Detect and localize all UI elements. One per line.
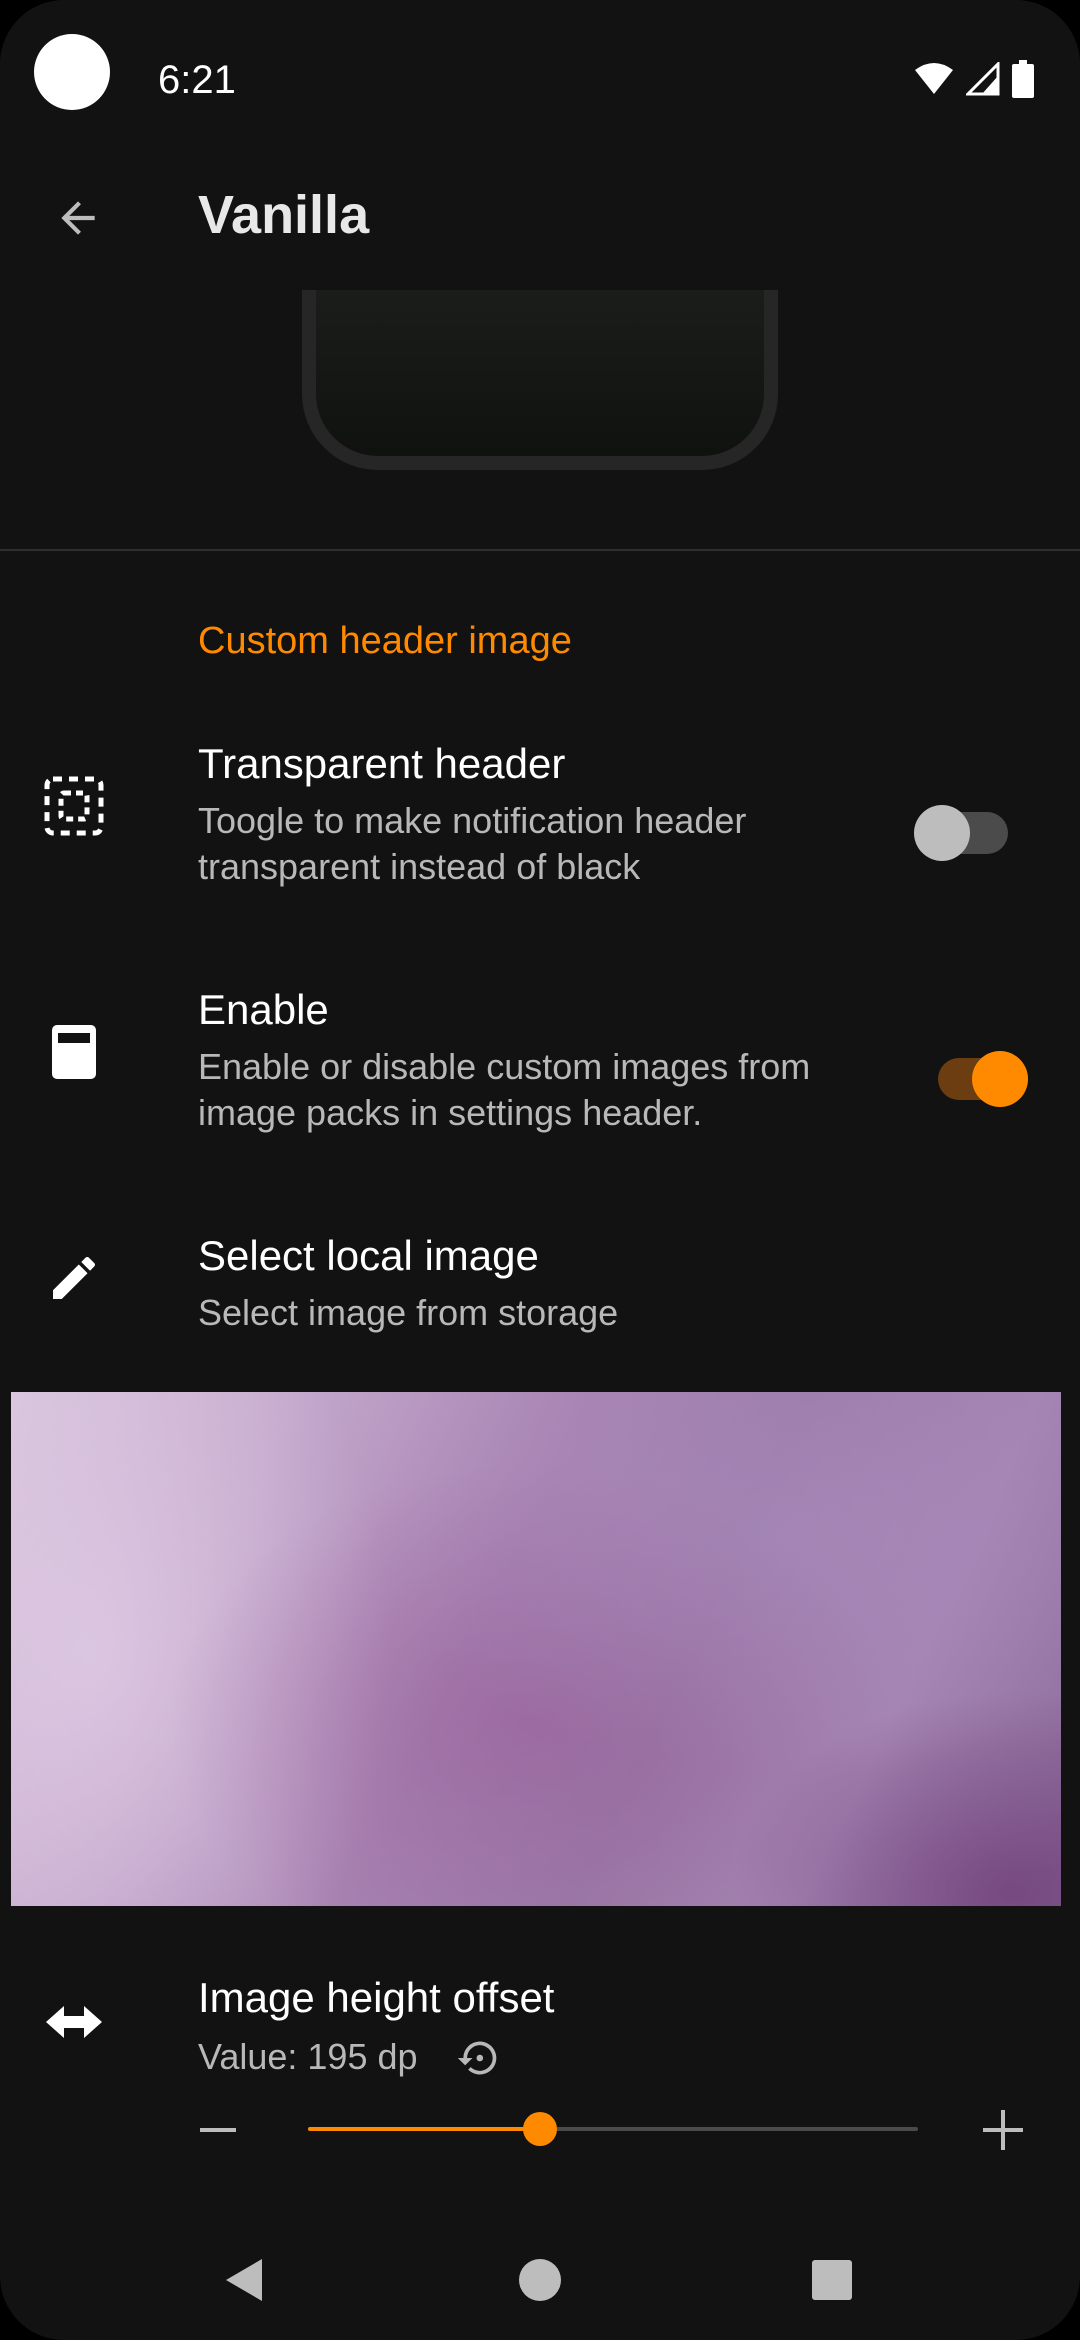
screen: 6:21 Vanilla Custom header image Transpa… [0, 0, 1080, 2340]
battery-icon [1012, 60, 1034, 98]
nav-back-button[interactable] [214, 2250, 274, 2310]
horizontal-arrows-icon [38, 1986, 110, 2058]
camera-cutout [34, 34, 110, 110]
select-local-image-summary: Select image from storage [198, 1292, 619, 1333]
pencil-icon [38, 1242, 110, 1314]
slider-thumb[interactable] [522, 2112, 557, 2146]
increase-button[interactable] [973, 2100, 1033, 2160]
image-height-offset-title: Image height offset [198, 1974, 555, 2021]
nav-home-button[interactable] [510, 2250, 570, 2310]
enable-switch[interactable] [938, 1051, 1028, 1107]
restore-icon[interactable] [456, 2036, 500, 2080]
enable-summary: Enable or disable custom images from ima… [198, 1046, 811, 1133]
cellular-signal-icon [966, 62, 1000, 96]
dashed-select-icon [38, 770, 110, 842]
transparent-header-title: Transparent header [198, 740, 566, 787]
select-local-image-preference[interactable]: Select local image Select image from sto… [0, 1212, 1080, 1352]
status-time: 6:21 [158, 58, 236, 102]
divider [0, 549, 1080, 551]
arrow-back-icon [61, 201, 95, 235]
transparent-header-switch[interactable] [914, 805, 1008, 861]
decrease-button[interactable] [188, 2100, 248, 2160]
image-card-icon [38, 1016, 110, 1088]
section-title: Custom header image [198, 620, 572, 662]
recents-square-icon [812, 2260, 852, 2300]
status-icons [914, 60, 1034, 98]
switch-thumb [972, 1051, 1028, 1107]
back-triangle-icon [226, 2259, 262, 2301]
navigation-bar [0, 2220, 1080, 2340]
switch-thumb [914, 805, 970, 861]
header-preview [302, 290, 778, 470]
transparent-header-summary: Toogle to make notification header trans… [198, 800, 747, 887]
plus-icon [983, 2110, 1023, 2150]
app-bar: Vanilla [0, 150, 1080, 280]
status-bar: 6:21 [0, 0, 1080, 150]
image-height-offset-value: Value: 195 dp [198, 2036, 418, 2077]
enable-preference[interactable]: Enable Enable or disable custom images f… [0, 966, 1080, 1146]
transparent-header-preference[interactable]: Transparent header Toogle to make notifi… [0, 720, 1080, 900]
custom-header-image [11, 1392, 1061, 1906]
image-height-offset-slider[interactable] [308, 2112, 918, 2146]
select-local-image-title: Select local image [198, 1232, 539, 1279]
back-button[interactable] [40, 180, 116, 256]
slider-fill [308, 2127, 540, 2131]
nav-recents-button[interactable] [802, 2250, 862, 2310]
home-circle-icon [519, 2259, 561, 2301]
minus-icon [200, 2128, 236, 2132]
page-title: Vanilla [198, 185, 370, 245]
enable-title: Enable [198, 986, 329, 1033]
wifi-icon [915, 63, 953, 94]
